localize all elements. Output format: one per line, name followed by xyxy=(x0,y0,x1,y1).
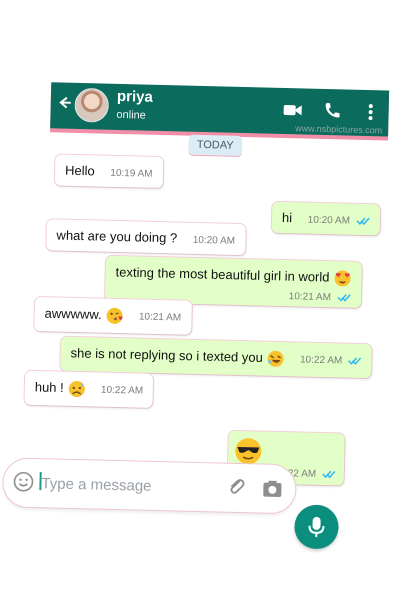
message-bubble[interactable]: huh ! 10:22 AM xyxy=(24,371,153,408)
message-text: Hello xyxy=(65,163,95,179)
message-bubble[interactable]: Hello 10:19 AM xyxy=(55,154,163,188)
disappointed-relieved-emoji-icon xyxy=(67,380,85,398)
smile-icon[interactable] xyxy=(12,470,35,493)
message-time: 10:22 AM xyxy=(300,355,343,367)
attach-icon[interactable] xyxy=(225,476,248,499)
phone-icon[interactable] xyxy=(321,101,341,121)
message-text: she is not replying so i texted you xyxy=(70,345,263,365)
message-text: awwwww. xyxy=(44,306,101,322)
sunglasses-emoji-icon xyxy=(233,436,264,467)
read-receipt-icon xyxy=(348,356,362,366)
message-time: 10:19 AM xyxy=(110,168,153,180)
message-bubble[interactable]: what are you doing ? 10:20 AM xyxy=(46,219,245,255)
chat-screen: priya online www.nsbpictures.com TODAY H… xyxy=(0,0,400,605)
message-input[interactable] xyxy=(39,468,214,502)
message-time: 10:21 AM xyxy=(289,291,332,303)
message-composer xyxy=(3,458,296,513)
message-text: texting the most beautiful girl in world xyxy=(115,264,329,284)
read-receipt-icon xyxy=(322,469,336,479)
mic-button[interactable] xyxy=(294,504,339,549)
watermark: www.nsbpictures.com xyxy=(295,123,382,135)
kissing-heart-emoji-icon xyxy=(105,307,123,325)
heart-eyes-emoji-icon xyxy=(333,269,351,287)
video-call-icon[interactable] xyxy=(282,100,302,120)
message-time: 10:22 AM xyxy=(101,385,144,397)
mic-icon xyxy=(306,515,327,539)
message-bubble[interactable]: awwwww. 10:21 AM xyxy=(34,297,191,335)
message-time: 10:20 AM xyxy=(308,215,351,227)
message-bubble[interactable]: hi 10:20 AM xyxy=(272,202,380,236)
avatar[interactable] xyxy=(74,88,109,123)
chat-header: priya online www.nsbpictures.com xyxy=(50,82,389,136)
message-text: what are you doing ? xyxy=(56,227,177,245)
contact-name[interactable]: priya xyxy=(117,88,153,106)
message-text: huh ! xyxy=(35,379,64,395)
message-text: hi xyxy=(282,210,292,225)
read-receipt-icon xyxy=(356,215,370,225)
more-vert-icon[interactable] xyxy=(360,102,380,122)
contact-status: online xyxy=(116,109,146,122)
message-time: 10:21 AM xyxy=(139,312,182,324)
rolling-laughing-emoji-icon xyxy=(266,350,284,368)
date-chip: TODAY xyxy=(189,135,242,156)
read-receipt-icon xyxy=(337,292,351,302)
message-time: 10:20 AM xyxy=(193,235,236,247)
back-arrow-icon[interactable] xyxy=(57,94,73,110)
camera-icon[interactable] xyxy=(261,478,284,501)
